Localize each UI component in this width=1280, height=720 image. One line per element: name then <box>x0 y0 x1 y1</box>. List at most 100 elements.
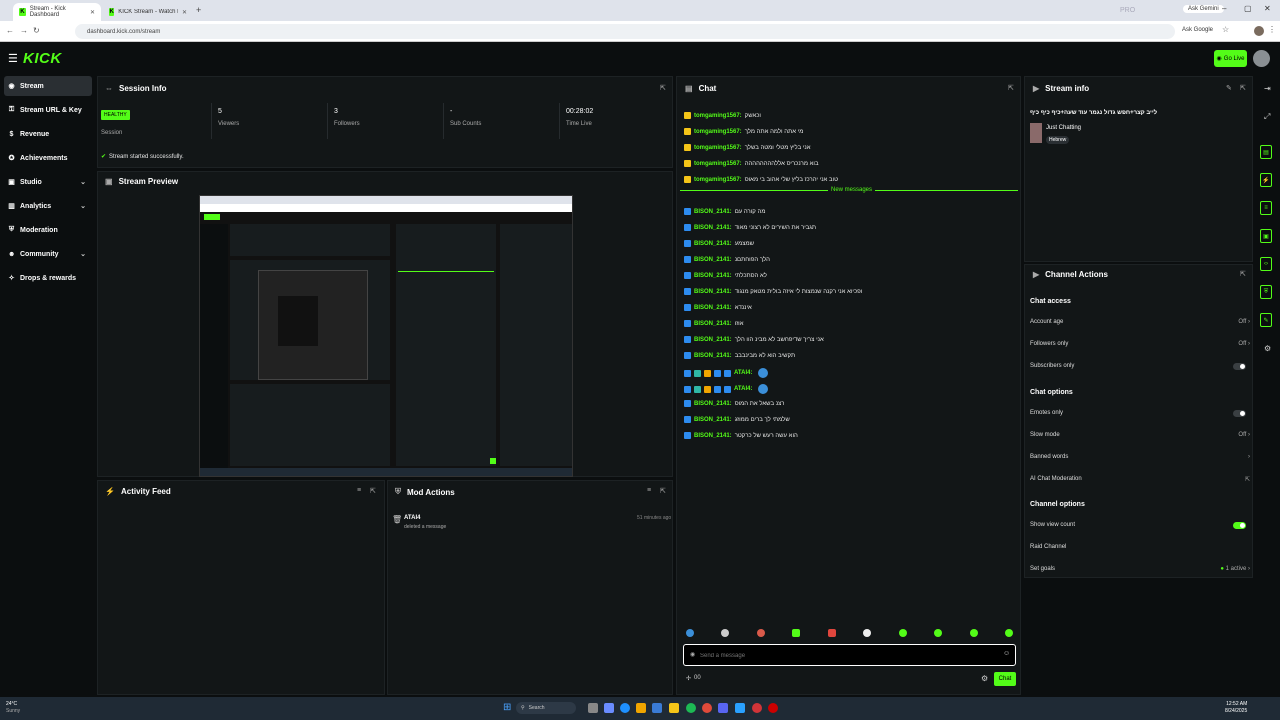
emote-icon[interactable] <box>721 629 729 637</box>
chat-message[interactable]: ATAI4: <box>684 368 769 378</box>
chat-username[interactable]: ATAI4: <box>734 370 752 376</box>
discord-icon[interactable] <box>718 703 728 713</box>
chat-message[interactable]: BISON_2141: הוא עשה רעש של כרקטר <box>684 432 798 439</box>
send-chat-button[interactable]: Chat <box>994 672 1016 686</box>
ai-moderation-row[interactable]: AI Chat Moderation ⇱ <box>1030 476 1250 483</box>
chat-username[interactable]: BISON_2141: <box>694 289 732 295</box>
popout-icon[interactable]: ⇱ <box>660 84 666 92</box>
taskbar-clock[interactable]: 12:52 AM 8/24/2025 <box>1225 701 1247 715</box>
ask-google-button[interactable]: Ask Google <box>1182 27 1213 33</box>
bookmark-star-icon[interactable]: ☆ <box>1222 25 1229 34</box>
window-close-icon[interactable]: ✕ <box>1264 4 1271 13</box>
files-icon[interactable] <box>636 703 646 713</box>
emote-icon[interactable] <box>934 629 942 637</box>
app-icon[interactable] <box>752 703 762 713</box>
sidebar-item-community[interactable]: ☻ Community ⌄ <box>4 244 92 264</box>
chat-username[interactable]: BISON_2141: <box>694 401 732 407</box>
hamburger-menu-icon[interactable]: ☰ <box>8 52 18 65</box>
chat-message[interactable]: BISON_2141: מה קורה עם <box>684 208 765 215</box>
filter-icon[interactable]: ≡ <box>357 487 361 494</box>
chat-message[interactable]: BISON_2141: הלך הפוחתםנ <box>684 256 770 263</box>
edge-icon[interactable] <box>620 703 630 713</box>
emoji-icon[interactable]: ☺ <box>1003 650 1010 657</box>
folder-icon[interactable] <box>669 703 679 713</box>
chat-message[interactable]: ATAI4: <box>684 384 769 394</box>
chat-message[interactable]: tomgaming1567: מי אתה ולמה אתה מלך <box>684 128 803 135</box>
chat-message[interactable]: BISON_2141: ופכיוא אני רקנה שנמצות לי איז… <box>684 288 862 295</box>
chat-username[interactable]: BISON_2141: <box>694 257 732 263</box>
chat-username[interactable]: BISON_2141: <box>694 353 732 359</box>
chat-message[interactable]: BISON_2141: לא הסתכלתי <box>684 272 767 279</box>
chat-username[interactable]: tomgaming1567: <box>694 145 742 151</box>
chat-username[interactable]: tomgaming1567: <box>694 177 742 183</box>
emote-icon[interactable] <box>1005 629 1013 637</box>
user-avatar[interactable] <box>1253 50 1270 67</box>
store-icon[interactable] <box>652 703 662 713</box>
task-view-icon[interactable] <box>588 703 598 713</box>
edit-pencil-icon[interactable]: ✎ <box>1226 84 1232 92</box>
obs-icon[interactable] <box>768 703 778 713</box>
emote-icon[interactable] <box>757 629 765 637</box>
minimize-icon[interactable]: – <box>1222 4 1226 13</box>
chat-message[interactable]: tomgaming1567: טוב אני יהרכז בליץ שלי אהו… <box>684 176 838 183</box>
set-goals-row[interactable]: Set goals ● 1 active › <box>1030 566 1250 572</box>
popout-icon[interactable]: ⇱ <box>1240 270 1246 278</box>
emote-icon[interactable] <box>828 629 836 637</box>
sidebar-item-studio[interactable]: ▣ Studio ⌄ <box>4 172 92 192</box>
maximize-icon[interactable]: ▢ <box>1244 4 1252 13</box>
chat-message-input[interactable] <box>700 650 980 661</box>
chat-username[interactable]: BISON_2141: <box>694 337 732 343</box>
url-field[interactable]: dashboard.kick.com/stream <box>75 24 1175 39</box>
weather-widget[interactable]: 24°C Sunny <box>6 701 20 715</box>
popout-icon[interactable]: ⇱ <box>370 487 376 495</box>
subscribers-only-toggle[interactable] <box>1233 363 1246 370</box>
rail-chat-icon[interactable]: ▤ <box>1260 145 1272 159</box>
gemini-button[interactable]: Ask Gemini <box>1183 5 1224 13</box>
sidebar-item-analytics[interactable]: ▥ Analytics ⌄ <box>4 196 92 216</box>
chat-username[interactable]: ATAI4: <box>734 386 752 392</box>
chat-username[interactable]: BISON_2141: <box>694 241 732 247</box>
tab-kick-dashboard[interactable]: K Stream - Kick Dashboard ✕ <box>13 3 101 21</box>
chat-username[interactable]: BISON_2141: <box>694 305 732 311</box>
followers-only-row[interactable]: Followers only Off › <box>1030 341 1250 347</box>
chat-message[interactable]: BISON_2141: תגביר את השירים לא רצוני מאוד <box>684 224 816 231</box>
emote-icon[interactable] <box>686 629 694 637</box>
account-age-row[interactable]: Account age Off › <box>1030 319 1250 325</box>
chat-username[interactable]: tomgaming1567: <box>694 113 742 119</box>
popout-icon[interactable]: ⇱ <box>660 487 666 495</box>
rail-list-icon[interactable]: ≡ <box>1260 201 1272 215</box>
close-tab-icon[interactable]: ✕ <box>90 9 95 16</box>
expand-icon[interactable]: ⤢ <box>1264 112 1270 122</box>
rail-bolt-icon[interactable]: ⚡ <box>1260 173 1272 187</box>
sidebar-item-stream-url[interactable]: ⚿ Stream URL & Key <box>4 100 92 120</box>
collapse-icon[interactable]: ⇥ <box>1264 84 1271 93</box>
chat-username[interactable]: BISON_2141: <box>694 273 732 279</box>
stream-preview-video[interactable] <box>199 195 573 477</box>
kick-logo[interactable]: KICK <box>23 50 62 67</box>
sidebar-item-revenue[interactable]: $ Revenue <box>4 124 92 144</box>
rail-code-icon[interactable]: ‹› <box>1260 257 1272 271</box>
chat-message[interactable]: BISON_2141: אוזו <box>684 320 744 327</box>
spotify-icon[interactable] <box>686 703 696 713</box>
rail-settings-icon[interactable]: ⚙ <box>1264 344 1271 353</box>
raid-channel-row[interactable]: Raid Channel <box>1030 544 1250 550</box>
chat-message[interactable]: BISON_2141: איננדא <box>684 304 752 311</box>
menu-dots-icon[interactable]: ⋮ <box>1268 25 1276 34</box>
emotes-only-toggle[interactable] <box>1233 410 1246 417</box>
back-icon[interactable]: ← <box>6 26 14 35</box>
chat-message[interactable]: BISON_2141: שמצמע <box>684 240 754 247</box>
windows-start-icon[interactable]: ⊞ <box>503 702 511 713</box>
sidebar-item-stream[interactable]: ◉ Stream <box>4 76 92 96</box>
app-icon[interactable] <box>735 703 745 713</box>
sidebar-item-drops[interactable]: ✧ Drops & rewards <box>4 268 92 288</box>
emote-icon[interactable] <box>899 629 907 637</box>
emote-icon[interactable] <box>792 629 800 637</box>
chat-message[interactable]: BISON_2141: תקשיב הוא לא מבינבבב <box>684 352 795 359</box>
popout-icon[interactable]: ⇱ <box>1008 84 1014 92</box>
emote-icon[interactable] <box>863 629 871 637</box>
chat-username[interactable]: BISON_2141: <box>694 433 732 439</box>
chat-message[interactable]: BISON_2141: אני צריך שדיפחשב לא מבינ הוו … <box>684 336 824 343</box>
chat-username[interactable]: tomgaming1567: <box>694 129 742 135</box>
filter-icon[interactable]: ≡ <box>647 487 651 494</box>
mod-action-user[interactable]: ATAI4 <box>404 515 420 521</box>
